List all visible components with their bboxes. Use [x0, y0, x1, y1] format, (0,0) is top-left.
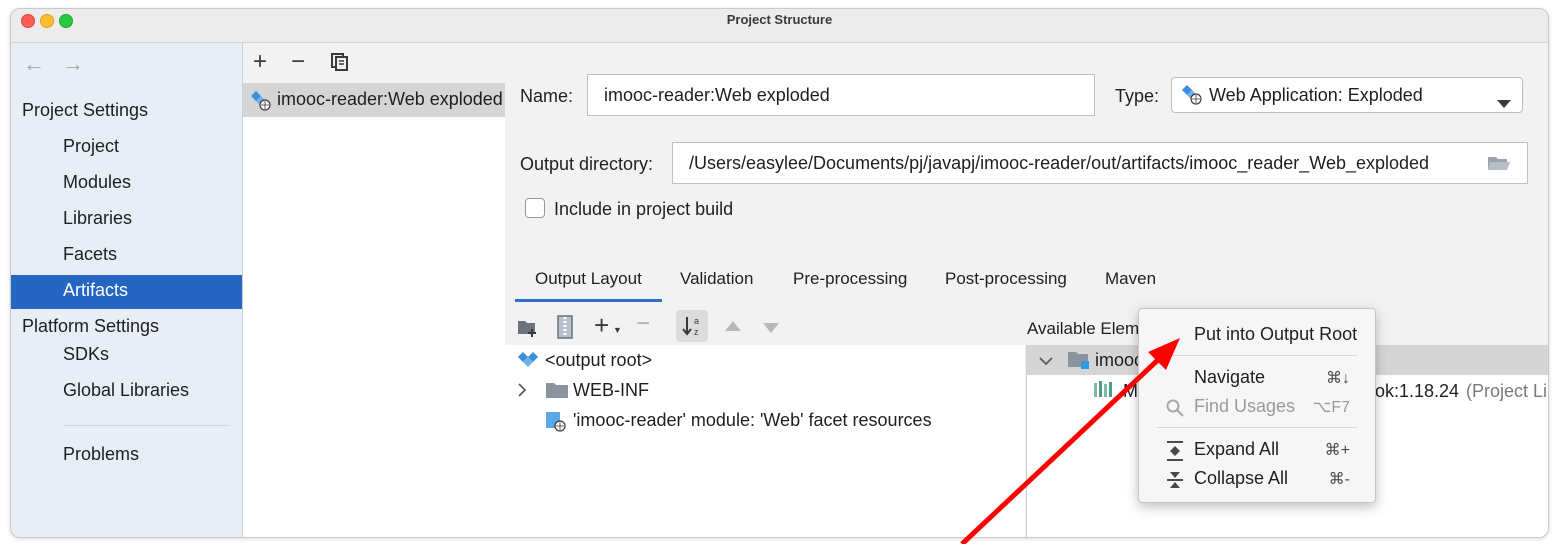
- menu-item-shortcut: ⌘-: [1328, 471, 1350, 488]
- svg-text:a: a: [694, 316, 699, 326]
- folder-icon: [546, 383, 568, 398]
- menu-separator: [1157, 427, 1357, 428]
- artifact-list-item-label: imooc-reader:Web exploded: [277, 89, 503, 109]
- sidebar: ← → Project Settings Project Modules Lib…: [11, 43, 242, 537]
- remove-artifact-button[interactable]: −: [291, 50, 305, 74]
- sidebar-item-label: Artifacts: [63, 280, 129, 300]
- tree-item-label: 'imooc-reader' module: 'Web' facet resou…: [573, 410, 932, 430]
- chevron-down-icon[interactable]: [1039, 353, 1053, 371]
- chevron-down-icon: ▼: [613, 325, 622, 335]
- menu-item-shortcut: ⌥F7: [1312, 399, 1350, 416]
- forward-arrow-icon[interactable]: →: [62, 51, 84, 77]
- menu-item-shortcut: ⌘+: [1324, 442, 1350, 459]
- type-label: Type:: [1115, 86, 1160, 106]
- new-directory-icon[interactable]: [517, 319, 539, 342]
- output-layout-toolbar: + ▼ − az Available Elements ?: [505, 305, 1548, 345]
- name-input[interactable]: imooc-reader:Web exploded: [587, 74, 1095, 116]
- folder-browse-icon[interactable]: [1487, 154, 1511, 177]
- library-scope: (Project Li: [1466, 381, 1548, 401]
- add-element-button[interactable]: +: [594, 310, 609, 341]
- sort-elements-button[interactable]: az: [676, 310, 708, 342]
- output-directory-value: /Users/easylee/Documents/pj/javapj/imooc…: [689, 153, 1430, 173]
- sidebar-item-artifacts[interactable]: Artifacts: [11, 275, 242, 309]
- sidebar-item-label: Global Libraries: [63, 380, 190, 400]
- search-icon: [1166, 399, 1184, 422]
- web-artifact-icon: [518, 352, 538, 367]
- menu-item-label: Find Usages: [1194, 396, 1296, 416]
- web-artifact-icon: [1181, 84, 1203, 111]
- output-directory-label: Output directory:: [520, 154, 654, 174]
- project-settings-header: Project Settings: [22, 100, 149, 120]
- output-layout-tree: <output root> WEB-INF 'imooc-reader' mod…: [505, 345, 1025, 537]
- context-menu: Put into Output Root Navigate ⌘↓ Find Us…: [1138, 308, 1376, 503]
- sort-alpha-icon: az: [682, 316, 699, 337]
- web-facet-icon: [546, 412, 566, 432]
- sidebar-item-label: SDKs: [63, 344, 110, 364]
- menu-separator: [1157, 355, 1357, 356]
- menu-item-label: Put into Output Root: [1194, 324, 1358, 344]
- include-in-build-checkbox[interactable]: [525, 198, 545, 218]
- tab-validation[interactable]: Validation: [680, 269, 753, 289]
- include-in-build-label: Include in project build: [554, 199, 734, 219]
- library-icon: [1094, 381, 1112, 397]
- name-label: Name:: [520, 86, 574, 106]
- web-artifact-icon: [250, 90, 272, 117]
- sidebar-item-facets[interactable]: Facets: [11, 239, 242, 273]
- window-title: Project Structure: [726, 12, 833, 27]
- chevron-right-icon[interactable]: [517, 381, 527, 402]
- artifacts-list-panel: + − imooc-reader:Web exploded: [242, 43, 506, 537]
- tab-post-processing[interactable]: Post-processing: [945, 269, 1067, 289]
- tab-pre-processing[interactable]: Pre-processing: [793, 269, 907, 289]
- artifact-editor: Name: imooc-reader:Web exploded Type: We…: [505, 43, 1548, 537]
- name-input-value: imooc-reader:Web exploded: [604, 85, 830, 105]
- copy-icon[interactable]: [330, 52, 350, 77]
- menu-item-label: Navigate: [1194, 367, 1266, 387]
- output-directory-input[interactable]: /Users/easylee/Documents/pj/javapj/imooc…: [672, 142, 1528, 184]
- sidebar-item-label: Problems: [63, 444, 140, 464]
- menu-item-navigate[interactable]: Navigate ⌘↓: [1139, 364, 1375, 392]
- menu-item-find-usages[interactable]: Find Usages ⌥F7: [1139, 393, 1375, 421]
- tree-item-label: WEB-INF: [573, 380, 649, 400]
- add-artifact-button[interactable]: +: [253, 50, 267, 74]
- sidebar-item-sdks[interactable]: SDKs: [11, 339, 242, 373]
- expand-all-icon: [1166, 441, 1184, 466]
- sidebar-item-global-libraries[interactable]: Global Libraries: [11, 375, 242, 409]
- collapse-all-icon: [1166, 470, 1184, 495]
- back-arrow-icon[interactable]: ←: [23, 51, 45, 77]
- menu-item-shortcut: ⌘↓: [1326, 370, 1350, 387]
- menu-item-label: Expand All: [1194, 439, 1280, 459]
- menu-item-collapse-all[interactable]: Collapse All ⌘-: [1139, 465, 1375, 493]
- tree-item-label: <output root>: [545, 350, 653, 370]
- sidebar-item-label: Libraries: [63, 208, 133, 228]
- menu-item-label: Collapse All: [1194, 468, 1289, 488]
- active-tab-indicator: [515, 299, 662, 302]
- sidebar-item-label: Modules: [63, 172, 132, 192]
- library-version: ok:1.18.24: [1375, 381, 1460, 401]
- artifacts-toolbar: + −: [243, 43, 505, 83]
- artifact-list-item[interactable]: imooc-reader:Web exploded: [243, 83, 505, 117]
- sidebar-item-problems[interactable]: Problems: [11, 439, 242, 473]
- platform-settings-header: Platform Settings: [22, 316, 160, 336]
- move-down-icon[interactable]: [762, 321, 780, 339]
- sidebar-item-project[interactable]: Project: [11, 131, 242, 165]
- module-folder-icon: [1068, 352, 1089, 369]
- type-select[interactable]: Web Application: Exploded: [1171, 77, 1523, 113]
- sidebar-divider: [63, 425, 229, 426]
- remove-element-button[interactable]: −: [636, 310, 650, 338]
- archive-icon[interactable]: [556, 315, 574, 344]
- sidebar-item-libraries[interactable]: Libraries: [11, 203, 242, 237]
- sidebar-item-modules[interactable]: Modules: [11, 167, 242, 201]
- tab-maven[interactable]: Maven: [1105, 269, 1156, 289]
- type-select-value: Web Application: Exploded: [1209, 85, 1423, 105]
- sidebar-item-label: Facets: [63, 244, 118, 264]
- tab-output-layout[interactable]: Output Layout: [535, 269, 642, 289]
- svg-text:z: z: [694, 327, 699, 337]
- menu-item-expand-all[interactable]: Expand All ⌘+: [1139, 436, 1375, 464]
- title-bar: Project Structure: [11, 9, 1548, 43]
- menu-item-put-into-output-root[interactable]: Put into Output Root: [1139, 321, 1375, 349]
- move-up-icon[interactable]: [724, 319, 742, 337]
- chevron-down-icon: [1497, 92, 1511, 112]
- sidebar-item-label: Project: [63, 136, 120, 156]
